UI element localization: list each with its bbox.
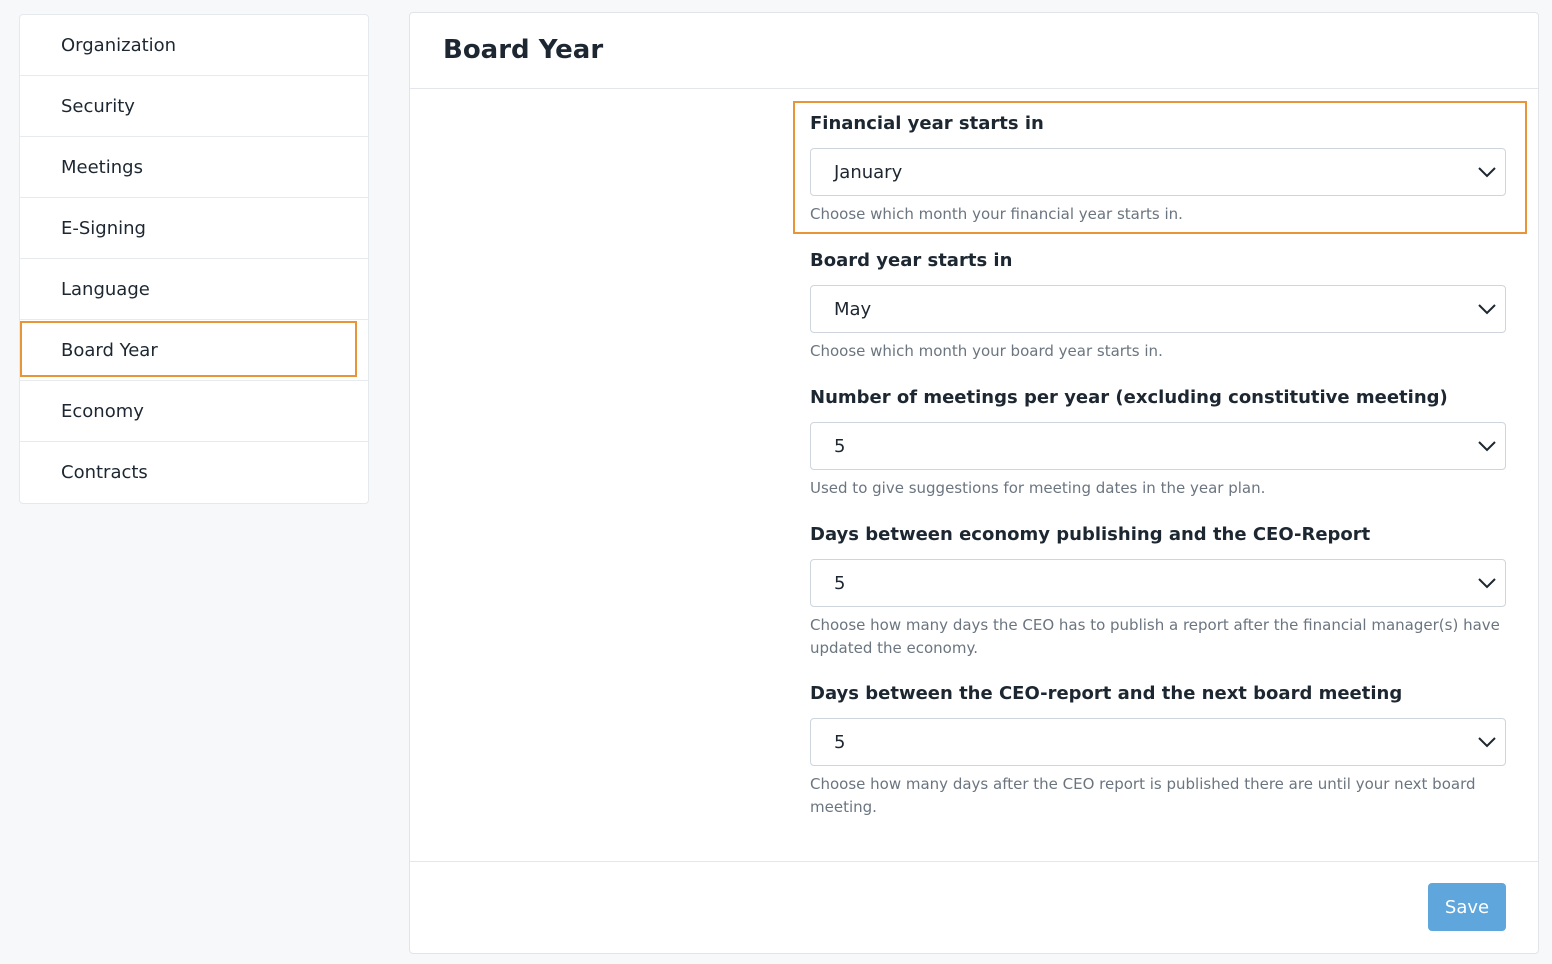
board-year-field: Board year starts in May Choose which mo… [810, 249, 1506, 363]
select-value: May [834, 299, 872, 320]
sidebar-item-economy[interactable]: Economy [20, 381, 368, 442]
save-button[interactable]: Save [1428, 883, 1506, 931]
board-year-label: Board year starts in [810, 250, 1013, 271]
financial-year-select[interactable]: January [810, 148, 1506, 196]
financial-year-label: Financial year starts in [810, 113, 1044, 134]
days-economy-ceo-field: Days between economy publishing and the … [810, 523, 1506, 660]
sidebar-item-label: Language [61, 279, 150, 300]
select-value: 5 [834, 436, 846, 457]
sidebar-item-label: Economy [61, 401, 144, 422]
settings-sidebar: Organization Security Meetings E-Signing… [19, 14, 369, 504]
chevron-down-icon [1478, 737, 1496, 748]
sidebar-item-label: Organization [61, 35, 177, 56]
days-economy-ceo-label: Days between economy publishing and the … [810, 524, 1371, 545]
sidebar-item-e-signing[interactable]: E-Signing [20, 198, 368, 259]
days-ceo-meeting-label: Days between the CEO-report and the next… [810, 683, 1403, 704]
sidebar-item-security[interactable]: Security [20, 76, 368, 137]
sidebar-item-label: Board Year [61, 340, 158, 361]
days-ceo-meeting-field: Days between the CEO-report and the next… [810, 682, 1506, 819]
board-year-help: Choose which month your board year start… [810, 342, 1163, 360]
sidebar-item-contracts[interactable]: Contracts [20, 442, 368, 503]
select-value: 5 [834, 732, 846, 753]
financial-year-help: Choose which month your financial year s… [810, 205, 1183, 223]
sidebar-item-language[interactable]: Language [20, 259, 368, 320]
chevron-down-icon [1478, 578, 1496, 589]
sidebar-item-label: Meetings [61, 157, 143, 178]
financial-year-field: Financial year starts in January Choose … [810, 112, 1506, 226]
chevron-down-icon [1478, 167, 1496, 178]
days-ceo-meeting-select[interactable]: 5 [810, 718, 1506, 766]
chevron-down-icon [1478, 304, 1496, 315]
select-value: 5 [834, 573, 846, 594]
days-economy-ceo-help: Choose how many days the CEO has to publ… [810, 616, 1500, 657]
meetings-per-year-help: Used to give suggestions for meeting dat… [810, 479, 1266, 497]
page-title: Board Year [443, 35, 604, 65]
board-year-panel: Board Year Financial year starts in Janu… [409, 12, 1539, 954]
meetings-per-year-select[interactable]: 5 [810, 422, 1506, 470]
meetings-per-year-label: Number of meetings per year (excluding c… [810, 387, 1448, 408]
sidebar-item-label: E-Signing [61, 218, 146, 239]
days-economy-ceo-select[interactable]: 5 [810, 559, 1506, 607]
panel-header: Board Year [410, 13, 1538, 89]
chevron-down-icon [1478, 441, 1496, 452]
meetings-per-year-field: Number of meetings per year (excluding c… [810, 386, 1506, 500]
footer-divider [410, 861, 1538, 862]
sidebar-item-board-year[interactable]: Board Year [20, 320, 368, 381]
sidebar-item-label: Contracts [61, 462, 148, 483]
sidebar-item-meetings[interactable]: Meetings [20, 137, 368, 198]
board-year-select[interactable]: May [810, 285, 1506, 333]
days-ceo-meeting-help: Choose how many days after the CEO repor… [810, 775, 1476, 816]
select-value: January [834, 162, 903, 183]
sidebar-item-label: Security [61, 96, 135, 117]
sidebar-item-organization[interactable]: Organization [20, 15, 368, 76]
